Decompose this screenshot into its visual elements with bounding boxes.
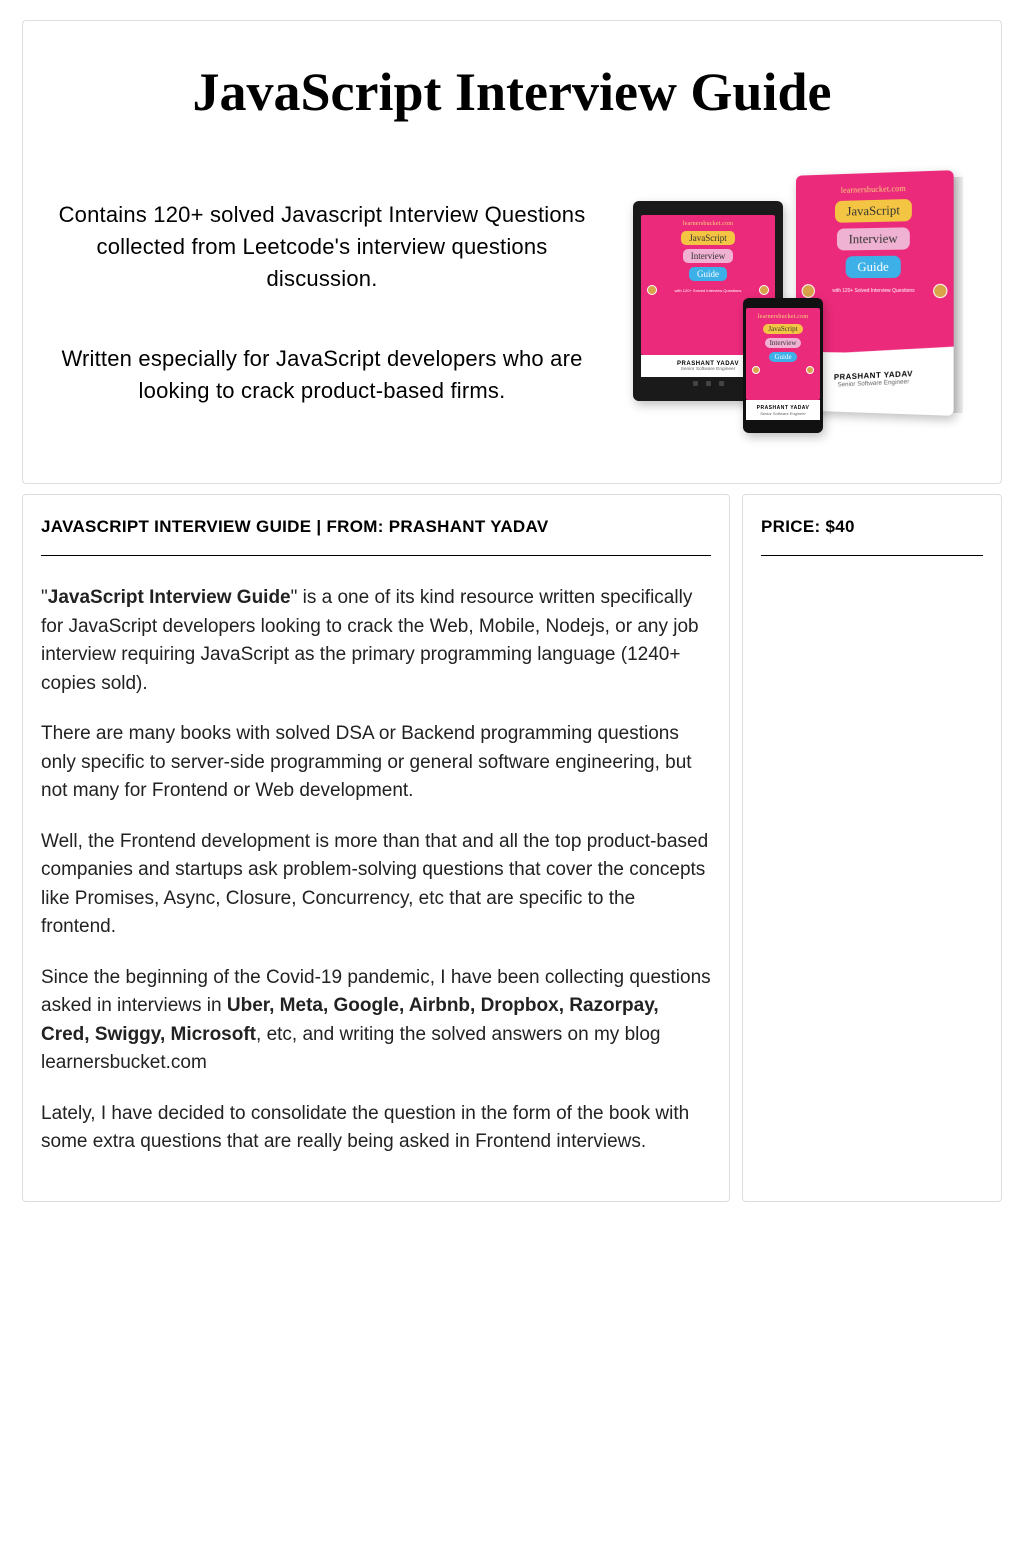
mockup-pill-javascript: JavaScript (835, 199, 912, 223)
mockup-site-label: learnersbucket.com (758, 314, 808, 320)
mockup-site-label: learnersbucket.com (841, 184, 906, 195)
mockup-pill-guide: Guide (769, 352, 796, 362)
medal-icon (752, 366, 760, 374)
mockup-author-title: Senior Software Engineer (681, 367, 736, 372)
p1-bold: JavaScript Interview Guide (48, 587, 291, 608)
description-heading: JAVASCRIPT INTERVIEW GUIDE | FROM: PRASH… (41, 517, 711, 556)
mockup-pill-javascript: JavaScript (681, 231, 735, 245)
description-column: JAVASCRIPT INTERVIEW GUIDE | FROM: PRASH… (22, 494, 730, 1202)
mockup-author-strip: PRASHANT YADAV Senior Software Engineer (746, 400, 820, 420)
mockup-solved-row: with 120+ Solved Interview Questions (796, 284, 954, 298)
medal-icon (802, 284, 815, 298)
mockup-pill-interview: Interview (683, 249, 733, 263)
mockup-pill-interview: Interview (765, 338, 802, 348)
hero-paragraph-1: Contains 120+ solved Javascript Intervie… (53, 199, 591, 295)
mockup-pill-guide: Guide (846, 256, 901, 278)
mockup-solved-caption: with 120+ Solved Interview Questions (675, 288, 742, 293)
description-para-5: Lately, I have decided to consolidate th… (41, 1100, 711, 1157)
price-column: PRICE: $40 (742, 494, 1002, 1202)
mockup-pill-guide: Guide (689, 267, 727, 281)
description-para-4: Since the beginning of the Covid-19 pand… (41, 964, 711, 1078)
hero-card: JavaScript Interview Guide Contains 120+… (22, 20, 1002, 484)
mockup-pill-javascript: JavaScript (763, 324, 802, 334)
p1-prefix: " (41, 587, 48, 608)
product-mockup-image: learnersbucket.com JavaScript Interview … (621, 173, 971, 433)
mockup-solved-caption: with 120+ Solved Interview Questions (832, 288, 914, 294)
hero-paragraph-2: Written especially for JavaScript develo… (53, 343, 591, 407)
mockup-author-title: Senior Software Engineer (760, 411, 806, 416)
mockup-solved-row (746, 366, 820, 374)
badge-icon (759, 285, 769, 295)
badge-icon (806, 366, 814, 374)
mockup-site-label: learnersbucket.com (683, 221, 733, 227)
hero-row: Contains 120+ solved Javascript Intervie… (53, 173, 971, 433)
description-para-3: Well, the Frontend development is more t… (41, 828, 711, 942)
hero-text-block: Contains 120+ solved Javascript Intervie… (53, 199, 591, 406)
mockup-solved-row: with 120+ Solved Interview Questions (641, 285, 775, 295)
description-body: "JavaScript Interview Guide" is a one of… (41, 584, 711, 1157)
phone-mockup: learnersbucket.com JavaScript Interview … (743, 298, 823, 433)
price-heading: PRICE: $40 (761, 517, 983, 556)
mockup-pill-interview: Interview (837, 227, 910, 250)
description-para-2: There are many books with solved DSA or … (41, 720, 711, 806)
medal-icon (647, 285, 657, 295)
badge-icon (933, 284, 947, 298)
product-title: JavaScript Interview Guide (53, 61, 971, 123)
description-para-1: "JavaScript Interview Guide" is a one of… (41, 584, 711, 698)
detail-columns: JAVASCRIPT INTERVIEW GUIDE | FROM: PRASH… (22, 494, 1002, 1202)
